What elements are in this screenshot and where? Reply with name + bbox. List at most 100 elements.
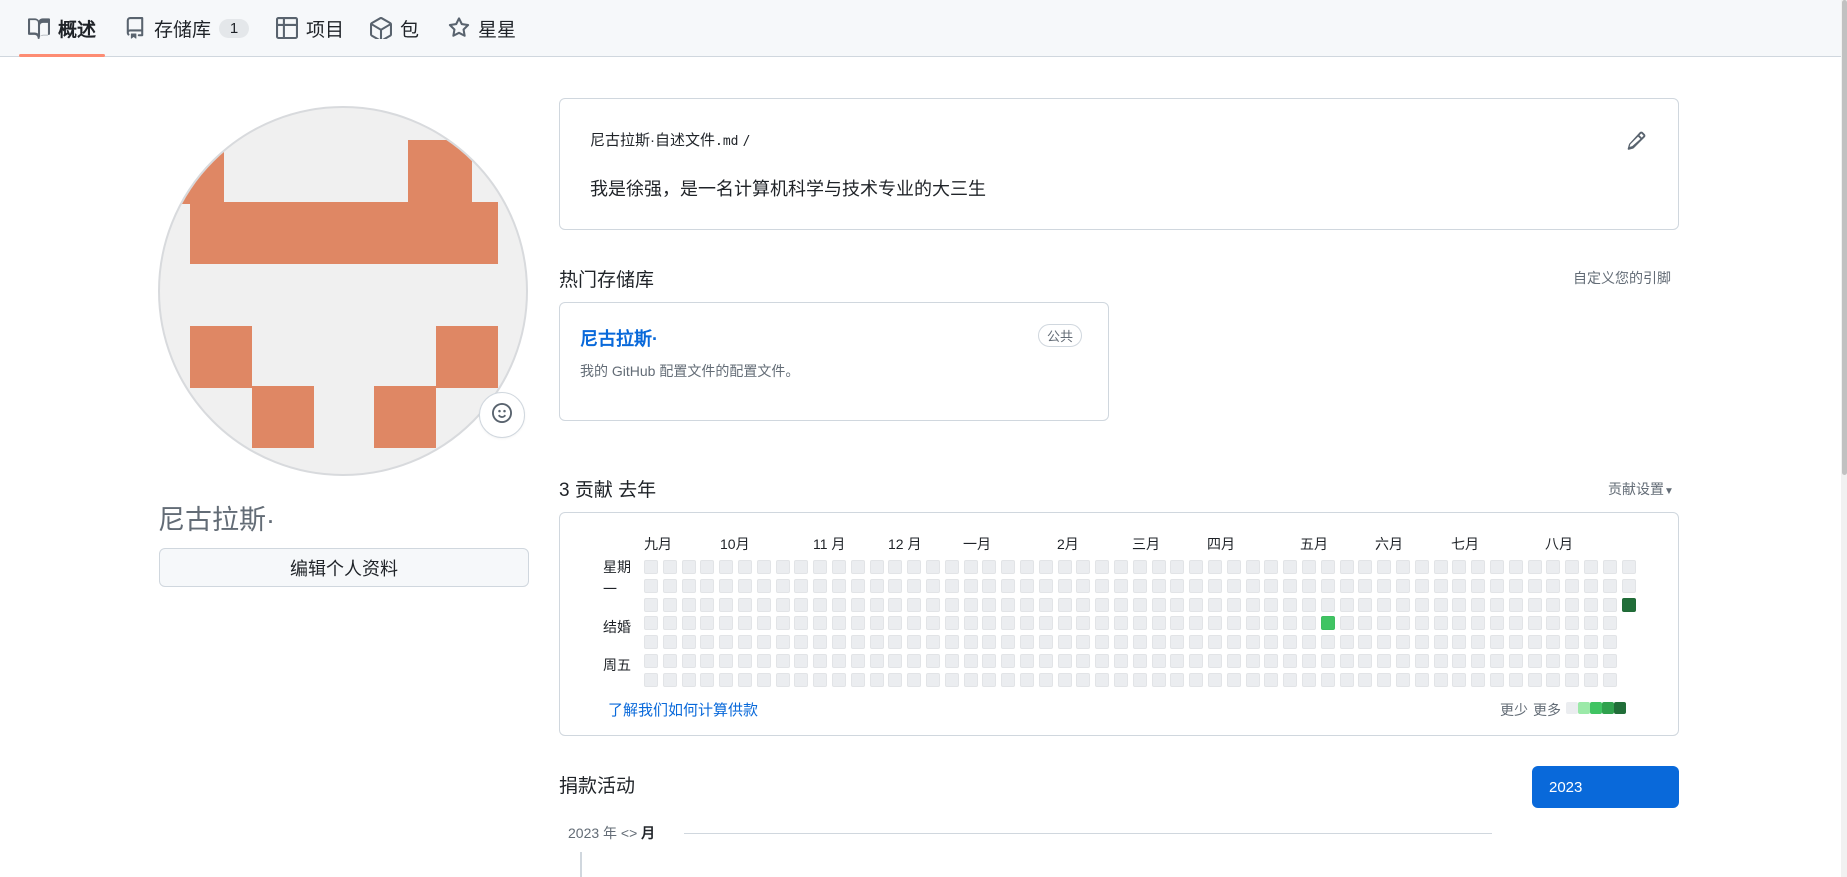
contribution-day[interactable] <box>1565 598 1579 612</box>
contribution-day[interactable] <box>832 598 846 612</box>
contribution-day[interactable] <box>1321 579 1335 593</box>
contribution-day[interactable] <box>888 616 902 630</box>
contribution-day[interactable] <box>1565 616 1579 630</box>
contribution-day[interactable] <box>1396 560 1410 574</box>
contribution-day[interactable] <box>1584 598 1598 612</box>
contribution-day[interactable] <box>870 579 884 593</box>
contribution-day[interactable] <box>1020 616 1034 630</box>
contribution-day[interactable] <box>982 673 996 687</box>
contribution-day[interactable] <box>982 560 996 574</box>
contribution-day[interactable] <box>1452 673 1466 687</box>
contribution-day[interactable] <box>1058 579 1072 593</box>
contribution-day[interactable] <box>964 673 978 687</box>
contribution-day[interactable] <box>1302 654 1316 668</box>
contribution-day[interactable] <box>663 654 677 668</box>
contribution-day[interactable] <box>1039 560 1053 574</box>
contribution-day[interactable] <box>1302 635 1316 649</box>
contribution-day[interactable] <box>776 616 790 630</box>
contribution-day[interactable] <box>1603 635 1617 649</box>
contribution-day[interactable] <box>1208 560 1222 574</box>
contribution-day[interactable] <box>1020 598 1034 612</box>
contribution-day[interactable] <box>1076 635 1090 649</box>
contribution-day[interactable] <box>738 635 752 649</box>
contribution-day[interactable] <box>1302 673 1316 687</box>
contribution-day[interactable] <box>1114 654 1128 668</box>
contribution-day[interactable] <box>1001 560 1015 574</box>
contribution-day[interactable] <box>1246 673 1260 687</box>
contribution-day[interactable] <box>1603 654 1617 668</box>
contribution-day[interactable] <box>644 616 658 630</box>
contribution-day[interactable] <box>1565 673 1579 687</box>
contribution-day[interactable] <box>851 673 865 687</box>
contribution-day[interactable] <box>1452 598 1466 612</box>
contribution-day[interactable] <box>1302 579 1316 593</box>
contribution-day[interactable] <box>1020 560 1034 574</box>
contribution-day[interactable] <box>832 673 846 687</box>
contribution-day[interactable] <box>832 560 846 574</box>
contribution-day[interactable] <box>907 635 921 649</box>
contribution-day[interactable] <box>907 598 921 612</box>
contribution-day[interactable] <box>888 635 902 649</box>
tab-stars[interactable]: 星星 <box>448 0 516 56</box>
contribution-day[interactable] <box>1452 579 1466 593</box>
contribution-day[interactable] <box>1246 616 1260 630</box>
contribution-day[interactable] <box>1603 673 1617 687</box>
contribution-day[interactable] <box>1283 654 1297 668</box>
contribution-day[interactable] <box>1358 673 1372 687</box>
contribution-day[interactable] <box>1377 673 1391 687</box>
contribution-day[interactable] <box>1001 598 1015 612</box>
contribution-day[interactable] <box>682 635 696 649</box>
tab-packages[interactable]: 包 <box>370 0 419 56</box>
set-status-button[interactable] <box>479 392 525 438</box>
contribution-day[interactable] <box>1246 560 1260 574</box>
contribution-day[interactable] <box>945 673 959 687</box>
contribution-day[interactable] <box>1170 635 1184 649</box>
contribution-day[interactable] <box>1264 635 1278 649</box>
contribution-day[interactable] <box>1452 654 1466 668</box>
contribution-day[interactable] <box>794 635 808 649</box>
contribution-day[interactable] <box>1528 560 1542 574</box>
contribution-day[interactable] <box>1208 635 1222 649</box>
contribution-day[interactable] <box>1283 616 1297 630</box>
edit-profile-button[interactable]: 编辑个人资料 <box>159 548 529 587</box>
contribution-day[interactable] <box>1471 673 1485 687</box>
contribution-day[interactable] <box>1584 579 1598 593</box>
contribution-day[interactable] <box>1622 598 1636 612</box>
contribution-day[interactable] <box>1546 673 1560 687</box>
contribution-day[interactable] <box>794 616 808 630</box>
contribution-day[interactable] <box>1396 598 1410 612</box>
contribution-day[interactable] <box>1114 560 1128 574</box>
contribution-day[interactable] <box>719 579 733 593</box>
contribution-day[interactable] <box>700 598 714 612</box>
contribution-day[interactable] <box>1283 598 1297 612</box>
contribution-day[interactable] <box>945 598 959 612</box>
contribution-day[interactable] <box>964 654 978 668</box>
contribution-day[interactable] <box>1415 654 1429 668</box>
contribution-day[interactable] <box>682 560 696 574</box>
contribution-day[interactable] <box>1076 560 1090 574</box>
tab-overview[interactable]: 概述 <box>28 0 96 56</box>
contribution-day[interactable] <box>1058 673 1072 687</box>
contribution-day[interactable] <box>1283 635 1297 649</box>
contribution-day[interactable] <box>1170 654 1184 668</box>
contribution-day[interactable] <box>1490 654 1504 668</box>
contribution-day[interactable] <box>1264 673 1278 687</box>
contribution-day[interactable] <box>1603 598 1617 612</box>
contribution-day[interactable] <box>682 579 696 593</box>
contribution-day[interactable] <box>1490 598 1504 612</box>
contribution-day[interactable] <box>1152 579 1166 593</box>
contribution-day[interactable] <box>1471 598 1485 612</box>
contribution-day[interactable] <box>1528 635 1542 649</box>
contribution-day[interactable] <box>644 598 658 612</box>
contribution-day[interactable] <box>1227 673 1241 687</box>
contribution-day[interactable] <box>1321 616 1335 630</box>
contribution-day[interactable] <box>794 654 808 668</box>
contribution-day[interactable] <box>1377 616 1391 630</box>
contribution-day[interactable] <box>907 616 921 630</box>
contribution-day[interactable] <box>926 598 940 612</box>
contribution-day[interactable] <box>1189 673 1203 687</box>
contribution-day[interactable] <box>644 560 658 574</box>
contribution-day[interactable] <box>1396 654 1410 668</box>
contribution-day[interactable] <box>982 616 996 630</box>
contribution-day[interactable] <box>964 616 978 630</box>
